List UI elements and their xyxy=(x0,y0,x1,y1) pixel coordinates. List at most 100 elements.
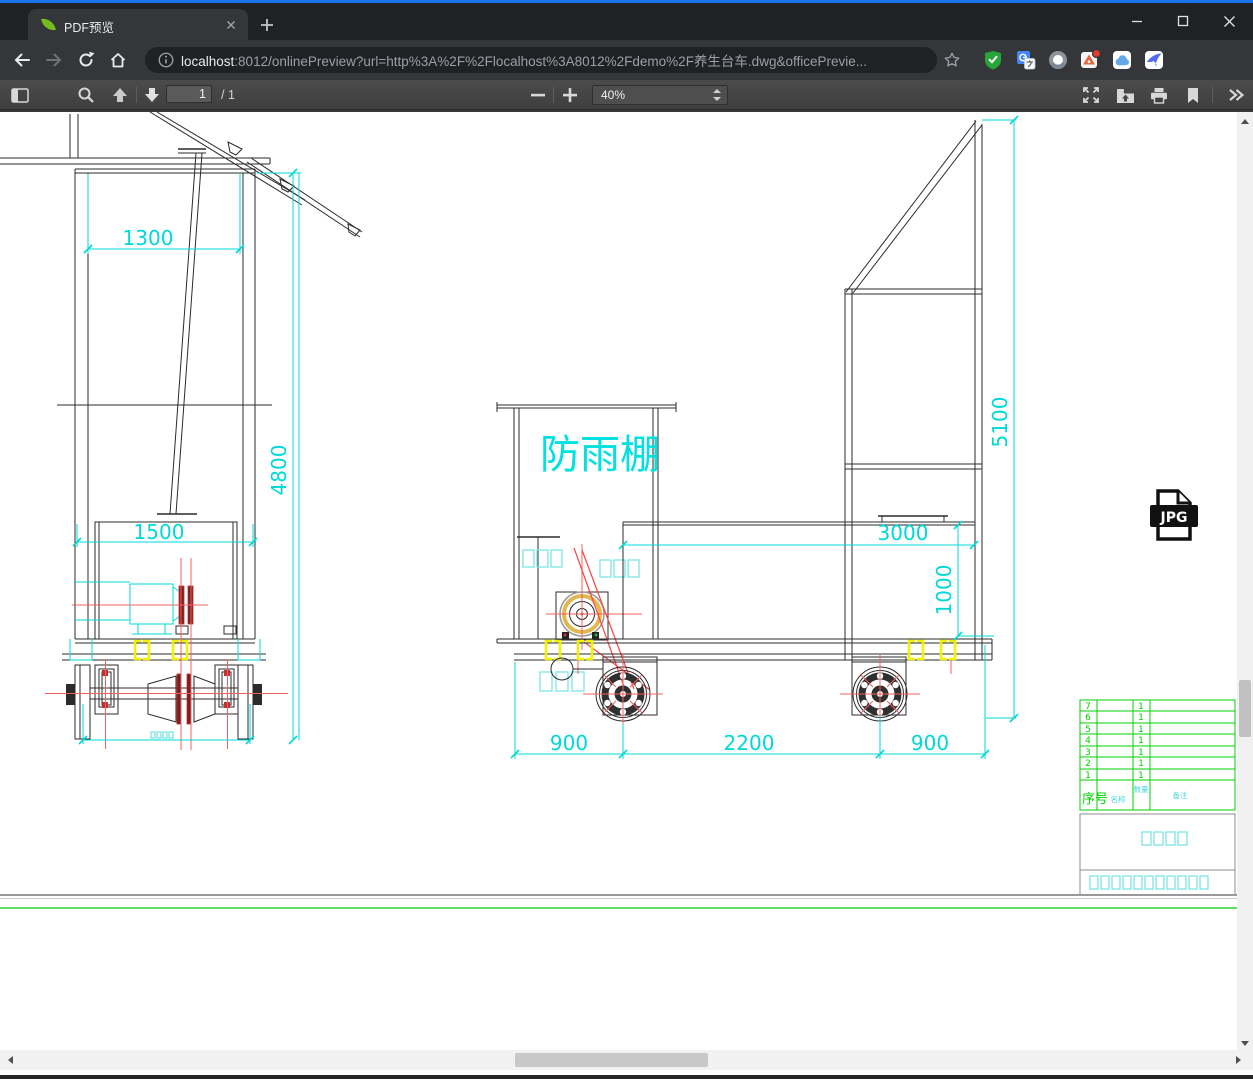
open-file-button[interactable] xyxy=(1115,85,1135,105)
svg-text:1: 1 xyxy=(1138,713,1144,723)
maximize-icon xyxy=(1177,15,1189,27)
next-page-button[interactable] xyxy=(142,85,162,105)
jpg-file-icon: JPG xyxy=(1150,489,1198,541)
new-tab-button[interactable] xyxy=(258,16,276,34)
extension-swallow[interactable] xyxy=(1143,49,1165,71)
browser-tab[interactable]: PDF预览 xyxy=(28,9,248,40)
side-view xyxy=(496,120,993,734)
svg-text:1: 1 xyxy=(1138,736,1144,746)
sidebar-icon xyxy=(11,87,29,103)
open-file-icon xyxy=(1116,88,1134,103)
presentation-mode-button[interactable] xyxy=(1081,85,1101,105)
sheet-border xyxy=(0,894,1237,909)
swallow-icon xyxy=(1145,51,1163,69)
more-tools-button[interactable] xyxy=(1226,85,1246,105)
parts-table: 7 6 5 4 3 2 1 1 1 1 1 1 1 1 序号 名称 数量 备注 xyxy=(1079,699,1236,811)
row-no: 7 xyxy=(1085,702,1091,712)
forward-icon xyxy=(46,53,62,67)
shield-icon xyxy=(985,51,1001,70)
toolbar-divider xyxy=(553,87,554,103)
header-no: 序号 xyxy=(1082,792,1108,807)
bookmark-button[interactable] xyxy=(1183,85,1203,105)
scroll-up-arrow[interactable] xyxy=(1237,114,1253,128)
zoom-value: 40% xyxy=(601,88,626,102)
extension-proxy-with-badge[interactable] xyxy=(1079,49,1101,71)
svg-text:2: 2 xyxy=(1085,759,1091,769)
window-close-button[interactable] xyxy=(1212,7,1246,35)
extension-adblock-shield[interactable] xyxy=(982,49,1004,71)
window-bottom-edge xyxy=(0,1075,1253,1079)
zoom-in-button[interactable] xyxy=(560,85,580,105)
window-maximize-button[interactable] xyxy=(1166,7,1200,35)
tab-close-icon[interactable] xyxy=(224,18,238,32)
header-remark: 备注 xyxy=(1173,790,1189,800)
window-minimize-button[interactable] xyxy=(1120,7,1154,35)
title-block xyxy=(1079,813,1236,896)
shelter-label: 防雨棚 xyxy=(540,432,660,478)
header-name: 名称 xyxy=(1111,794,1127,804)
page-down-icon xyxy=(145,88,159,102)
minus-icon xyxy=(531,93,545,97)
vertical-scrollbar[interactable] xyxy=(1237,112,1253,1050)
forward-button[interactable] xyxy=(42,48,66,72)
scroll-right-arrow[interactable] xyxy=(1230,1053,1246,1067)
dim-3000: 3000 xyxy=(878,521,929,545)
dim-1500: 1500 xyxy=(134,520,185,544)
scroll-down-arrow[interactable] xyxy=(1237,1036,1253,1050)
back-button[interactable] xyxy=(10,48,34,72)
url-bar[interactable]: localhost:8012/onlinePreview?url=http%3A… xyxy=(145,47,937,73)
cad-drawing: 1300 1500 4800 5100 3000 1000 900 2200 9… xyxy=(0,112,1237,909)
svg-text:1: 1 xyxy=(1138,748,1144,758)
find-button[interactable] xyxy=(76,85,96,105)
svg-text:6: 6 xyxy=(1085,713,1091,723)
label-tofu-bottom xyxy=(539,671,585,692)
svg-text:1: 1 xyxy=(1138,771,1144,781)
page-total-label: / 1 xyxy=(221,88,235,102)
pdf-viewer-canvas: 1300 1500 4800 5100 3000 1000 900 2200 9… xyxy=(0,110,1253,1050)
bookmark-star-button[interactable] xyxy=(940,48,964,72)
dim-900-right: 900 xyxy=(911,731,949,755)
print-button[interactable] xyxy=(1149,85,1169,105)
url-text: localhost:8012/onlinePreview?url=http%3A… xyxy=(181,50,867,70)
header-qty: 数量 xyxy=(1134,784,1150,794)
zoom-out-button[interactable] xyxy=(528,85,548,105)
double-chevron-icon xyxy=(1229,89,1244,101)
spinner-arrows-icon xyxy=(713,89,721,101)
extension-ring[interactable] xyxy=(1047,49,1069,71)
sidebar-toggle-button[interactable] xyxy=(10,85,30,105)
toolbar-divider xyxy=(136,87,137,103)
previous-page-button[interactable] xyxy=(110,85,130,105)
label-tofu-left xyxy=(522,549,563,568)
pdf-toolbar: / 1 40% xyxy=(0,80,1253,110)
front-view xyxy=(0,112,363,750)
window-titlebar: PDF预览 xyxy=(0,0,1253,40)
dim-5100: 5100 xyxy=(988,397,1012,448)
dim-2200: 2200 xyxy=(724,731,775,755)
page-up-icon xyxy=(113,88,127,102)
translate-icon xyxy=(1017,51,1036,70)
reload-button[interactable] xyxy=(74,48,98,72)
reload-icon xyxy=(79,51,95,67)
home-button[interactable] xyxy=(106,48,130,72)
site-info-icon[interactable] xyxy=(157,51,175,69)
proxy-icon xyxy=(1081,49,1101,68)
extension-cloud[interactable] xyxy=(1111,49,1133,71)
dim-1000: 1000 xyxy=(932,565,956,616)
tab-title: PDF预览 xyxy=(64,21,115,35)
svg-text:1: 1 xyxy=(1085,771,1091,781)
extension-google-translate[interactable] xyxy=(1015,49,1037,71)
horizontal-scrollbar[interactable] xyxy=(0,1050,1253,1070)
vertical-scroll-thumb[interactable] xyxy=(1239,680,1251,737)
svg-text:4: 4 xyxy=(1085,736,1091,746)
toolbar-divider xyxy=(1212,87,1213,103)
url-host: localhost xyxy=(181,54,235,69)
svg-text:1: 1 xyxy=(1138,759,1144,769)
scroll-left-arrow[interactable] xyxy=(2,1053,18,1067)
page-number-input[interactable] xyxy=(166,85,212,103)
dim-1300: 1300 xyxy=(123,226,174,250)
search-icon xyxy=(78,87,94,103)
svg-text:5: 5 xyxy=(1085,725,1091,735)
zoom-select[interactable]: 40% xyxy=(592,85,728,105)
star-icon xyxy=(944,52,960,67)
horizontal-scroll-thumb[interactable] xyxy=(515,1053,708,1067)
